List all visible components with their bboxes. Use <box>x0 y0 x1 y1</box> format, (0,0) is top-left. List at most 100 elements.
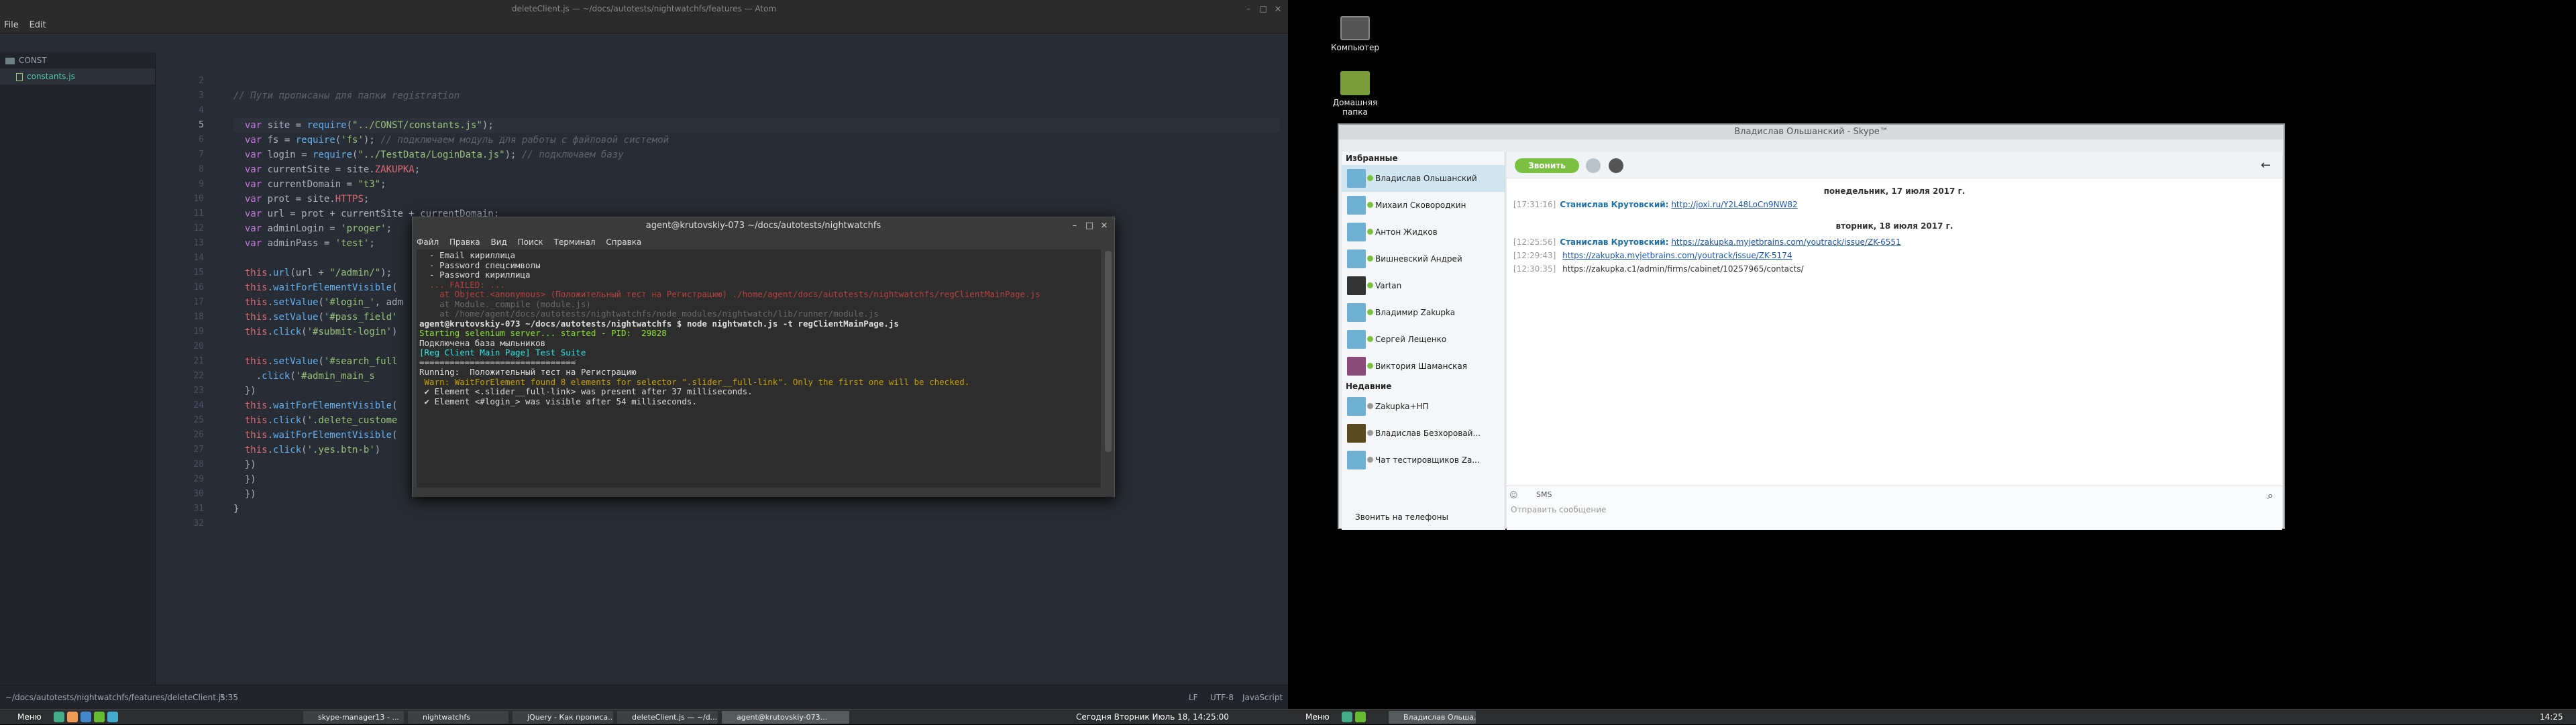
menu-edit[interactable]: Edit <box>25 17 50 34</box>
contact-item[interactable]: Чат тестировщиков Za... <box>1342 447 1505 473</box>
firefox-icon[interactable] <box>67 712 78 722</box>
maximize-icon[interactable]: □ <box>1256 0 1271 17</box>
line-number: 5 <box>199 120 204 130</box>
home-folder-icon <box>1340 71 1370 95</box>
desktop-icon-label: Компьютер <box>1331 43 1379 52</box>
contact-item[interactable]: Сергей Лещенко <box>1342 326 1505 353</box>
terminal-icon[interactable] <box>94 712 105 722</box>
avatar <box>1347 357 1366 376</box>
desktop-icon-computer[interactable]: Компьютер <box>1328 16 1382 52</box>
contact-name: Чат тестировщиков Za... <box>1375 455 1480 465</box>
message-link[interactable]: https://zakupka.myjetbrains.com/youtrack… <box>1671 237 1900 247</box>
line-number: 31 <box>193 504 204 514</box>
contact-name: Владимир Zakupka <box>1375 308 1456 317</box>
start-menu-label: Меню <box>1305 712 1330 722</box>
terminal-line: - Password спецсимволы <box>419 260 541 270</box>
add-icon[interactable] <box>1586 158 1601 173</box>
chrome-icon[interactable] <box>80 712 91 722</box>
skype-window: Владислав Ольшанский - Skype™ Избранные … <box>1338 123 2285 530</box>
message-link[interactable]: https://zakupka.myjetbrains.com/youtrack… <box>1562 251 1792 260</box>
back-arrow-icon[interactable]: ← <box>2261 158 2271 172</box>
contact-item[interactable]: Zakupka+НП <box>1342 393 1505 420</box>
contact-item[interactable]: Вишневский Андрей <box>1342 245 1505 272</box>
terminal-scroll-thumb[interactable] <box>1105 251 1112 452</box>
day-separator: вторник, 18 июля 2017 г. <box>1835 221 1953 231</box>
term-menu-file[interactable]: Файл <box>413 235 443 249</box>
contact-name: Владислав Ольшанский <box>1375 174 1477 183</box>
code-line: } <box>233 504 239 514</box>
emoticon-icon[interactable]: ☺ <box>1509 490 1518 500</box>
term-menu-help[interactable]: Справка <box>602 235 645 249</box>
status-grammar[interactable]: JavaScript <box>1242 685 1283 710</box>
clock[interactable]: Сегодня Вторник Июль 18, 14:25:00 <box>1076 710 1229 725</box>
line-number: 25 <box>193 415 204 425</box>
tree-file-constants[interactable]: constants.js <box>0 68 155 85</box>
minimize-icon[interactable]: – <box>1067 217 1082 235</box>
term-menu-view[interactable]: Вид <box>486 235 511 249</box>
skype-contact-list: Избранные Владислав Ольшанский Михаил Ск… <box>1342 152 1505 530</box>
taskbar-item[interactable]: deleteClient.js — ~/d... <box>617 711 718 724</box>
status-cursor-pos[interactable]: 5:35 <box>220 685 238 710</box>
contact-item[interactable]: Антон Жидков <box>1342 219 1505 245</box>
contact-item[interactable]: Владислав Ольшанский <box>1342 165 1505 192</box>
close-icon[interactable]: × <box>1097 217 1112 235</box>
taskbar-item[interactable]: jQuery - Как прописа... <box>513 711 613 724</box>
message-link[interactable]: http://joxi.ru/Y2L48LoCn9NW82 <box>1671 200 1797 209</box>
term-menu-terminal[interactable]: Терминал <box>549 235 599 249</box>
term-menu-edit[interactable]: Правка <box>445 235 484 249</box>
contact-item[interactable]: Михаил Сковородкин <box>1342 192 1505 219</box>
term-menu-search[interactable]: Поиск <box>514 235 547 249</box>
search-icon[interactable]: ⌕ <box>2267 489 2273 502</box>
start-menu-label: Меню <box>17 712 42 722</box>
minimize-icon[interactable]: – <box>1241 0 1256 17</box>
taskbar-item[interactable]: agent@krutovskiy-073... <box>722 711 849 724</box>
terminal-line: Warn: WaitForElement found 8 elements fo… <box>419 376 970 387</box>
taskbar-item[interactable]: nightwatchfs <box>408 711 508 724</box>
start-menu-button[interactable]: Меню <box>3 710 42 725</box>
avatar <box>1347 303 1366 322</box>
contact-item[interactable]: Vartan <box>1342 272 1505 299</box>
status-encoding[interactable]: UTF-8 <box>1210 685 1234 710</box>
message-link[interactable]: https://zakupka.c1/admin/firms/cabinet/1… <box>1562 264 1804 274</box>
sms-toggle[interactable]: SMS <box>1536 490 1552 499</box>
files-icon[interactable] <box>54 712 64 722</box>
terminal-output[interactable]: - Email кириллица - Password спецсимволы… <box>417 249 1101 488</box>
call-phones-button[interactable]: Звонить на телефоны <box>1343 508 1503 526</box>
message-author: Станислав Крутовский: <box>1560 200 1669 209</box>
status-path[interactable]: ~/docs/autotests/nightwatchfs/features/d… <box>5 685 225 710</box>
online-status-icon <box>1367 175 1373 181</box>
skype-icon[interactable] <box>107 712 118 722</box>
skype-chat-pane: Звонить ← понедельник, 17 июля 2017 г. [… <box>1507 152 2282 530</box>
contact-item[interactable]: Владислав Безхоровай... <box>1342 420 1505 447</box>
options-icon[interactable] <box>1609 158 1623 173</box>
clock-text: Сегодня Вторник Июль 18, 14:25:00 <box>1076 712 1229 722</box>
message-time: [12:25:56] <box>1513 237 1556 247</box>
desktop-icon-home[interactable]: Домашняя папка <box>1328 71 1382 117</box>
close-icon[interactable]: × <box>1271 0 1285 17</box>
contact-item[interactable]: Владимир Zakupka <box>1342 299 1505 326</box>
line-number: 8 <box>199 164 204 174</box>
start-menu-button[interactable]: Меню <box>1291 710 1330 725</box>
line-number: 20 <box>193 341 204 351</box>
contact-item[interactable]: Виктория Шаманская <box>1342 353 1505 380</box>
taskbar-item[interactable]: Владислав Ольша... <box>1389 711 1476 724</box>
contact-name: Zakupka+НП <box>1375 402 1429 411</box>
call-phones-label: Звонить на телефоны <box>1355 512 1448 522</box>
recent-heading: Недавние <box>1346 382 1392 391</box>
file-icon <box>16 72 23 81</box>
atom-titlebar: deleteClient.js — ~/docs/autotests/night… <box>0 0 1288 17</box>
taskbar-item-label: agent@krutovskiy-073... <box>737 713 828 722</box>
taskbar-item[interactable]: skype-manager13 - ... <box>303 711 404 724</box>
maximize-icon[interactable]: □ <box>1082 217 1097 235</box>
message-input[interactable]: Отправить сообщение <box>1511 505 1606 514</box>
files-icon[interactable] <box>1342 712 1352 722</box>
menu-file[interactable]: File <box>0 17 23 34</box>
status-eol[interactable]: LF <box>1189 685 1198 710</box>
tree-folder-const[interactable]: CONST <box>0 52 155 68</box>
call-button[interactable]: Звонить <box>1515 158 1579 173</box>
clock[interactable]: 14:25 <box>2540 710 2563 725</box>
terminal-line: [Reg Client Main Page] Test Suite <box>419 347 586 357</box>
message-input-area: ☺ SMS Отправить сообщение ⌕ <box>1507 486 2282 530</box>
terminal-icon[interactable] <box>1355 712 1366 722</box>
